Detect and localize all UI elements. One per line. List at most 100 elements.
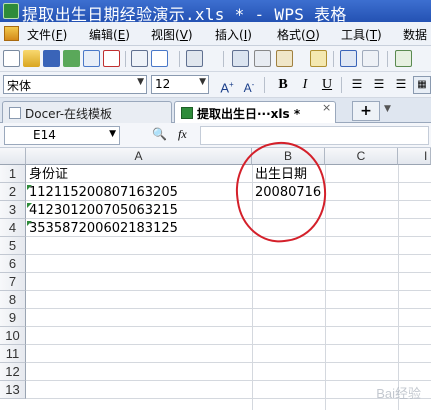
menu-data[interactable]: 数据 (403, 26, 427, 43)
menu-format[interactable]: 格式(O) (277, 26, 320, 43)
row-header[interactable]: 6 (0, 255, 26, 273)
simplified-traditional-icon[interactable] (186, 50, 203, 67)
chevron-down-icon: ▼ (137, 77, 144, 87)
copy-icon[interactable] (232, 50, 249, 67)
decrease-font-size-icon[interactable]: A- (240, 76, 258, 95)
row-header[interactable]: 12 (0, 363, 26, 381)
document-tab-bar: Docer-在线模板 提取出生日···xls * × + ▼ (0, 98, 431, 123)
row-header[interactable]: 13 (0, 381, 26, 399)
cell-a2[interactable]: 112115200807163205 (27, 184, 178, 202)
align-right-icon[interactable]: ☰ (392, 76, 410, 94)
gridline (26, 272, 431, 273)
gridline (26, 362, 431, 363)
export-icon[interactable] (83, 50, 100, 67)
toolbar-separator (223, 51, 224, 67)
font-name-select[interactable]: 宋体 ▼ (3, 75, 147, 94)
italic-button[interactable]: I (296, 76, 314, 94)
error-indicator-icon (27, 221, 32, 226)
gridline (26, 398, 431, 399)
underline-button[interactable]: U (318, 76, 336, 94)
row-header[interactable]: 5 (0, 237, 26, 255)
cell-reference: E14 (33, 128, 56, 142)
chevron-down-icon[interactable]: ▼ (384, 104, 391, 114)
row-header[interactable]: 9 (0, 309, 26, 327)
formula-bar: E14 ▼ 🔍 fx (0, 123, 431, 148)
hyperlink-icon[interactable] (395, 50, 412, 67)
name-box[interactable]: E14 ▼ (4, 126, 120, 145)
spreadsheet-icon (181, 107, 193, 119)
bold-button[interactable]: B (274, 76, 292, 94)
menu-bar: 文件(F) 编辑(E) 视图(V) 插入(I) 格式(O) 工具(T) 数据 (0, 22, 431, 46)
error-indicator-icon (27, 185, 32, 190)
select-all-corner[interactable] (0, 148, 26, 165)
new-document-icon[interactable] (3, 50, 20, 67)
new-tab-button[interactable]: + (352, 101, 380, 121)
row-header[interactable]: 8 (0, 291, 26, 309)
menu-tools[interactable]: 工具(T) (341, 26, 382, 43)
gridline (26, 308, 431, 309)
tab-label: Docer-在线模板 (25, 107, 113, 121)
gridline (26, 254, 431, 255)
row-header[interactable]: 3 (0, 201, 26, 219)
menu-edit[interactable]: 编辑(E) (89, 26, 130, 43)
tab-docer-templates[interactable]: Docer-在线模板 (2, 101, 172, 123)
error-indicator-icon (27, 203, 32, 208)
save-icon[interactable] (43, 50, 60, 67)
document-icon (9, 107, 21, 119)
cell-a4[interactable]: 353587200602183125 (27, 220, 178, 238)
wps-logo-icon[interactable] (4, 26, 19, 41)
cut-icon[interactable] (254, 50, 271, 67)
gridline (26, 290, 431, 291)
merge-center-icon[interactable]: ▦ (413, 76, 431, 94)
row-header[interactable]: 1 (0, 165, 26, 183)
export-pdf-icon[interactable] (103, 50, 120, 67)
cell-a3[interactable]: 412301200705063215 (27, 202, 178, 220)
column-header-c[interactable]: C (325, 148, 398, 165)
row-header[interactable]: 10 (0, 327, 26, 345)
formula-input[interactable] (200, 126, 429, 145)
print-preview-icon[interactable] (151, 50, 168, 67)
font-size-value: 12 (155, 77, 171, 91)
column-header-a[interactable]: A (26, 148, 252, 165)
print-icon[interactable] (131, 50, 148, 67)
toolbar-separator (264, 77, 265, 93)
wps-spreadsheet-app-icon[interactable] (3, 3, 19, 19)
increase-font-size-icon[interactable]: A+ (218, 76, 236, 95)
gridline (398, 165, 399, 410)
column-header-d[interactable]: I (398, 148, 431, 165)
tab-current-workbook[interactable]: 提取出生日···xls * (174, 101, 336, 123)
menu-insert[interactable]: 插入(I) (215, 26, 252, 43)
row-header[interactable]: 4 (0, 219, 26, 237)
redo-icon[interactable] (362, 50, 379, 67)
font-name-value: 宋体 (7, 79, 32, 93)
tab-label: 提取出生日···xls * (197, 107, 301, 121)
gridline (26, 326, 431, 327)
spreadsheet-grid[interactable]: A B C I 1 2 3 4 5 6 7 8 9 10 11 12 13 身份证 出生日期 11211… (0, 148, 431, 410)
align-center-icon[interactable]: ☰ (370, 76, 388, 94)
gridline (26, 182, 431, 183)
cell-a1[interactable]: 身份证 (27, 166, 68, 184)
open-folder-icon[interactable] (23, 50, 40, 67)
insert-function-button[interactable]: fx (178, 127, 187, 142)
toolbar-separator (333, 51, 334, 67)
toolbar-separator (387, 51, 388, 67)
watermark: Bai经验 (376, 386, 421, 401)
search-function-icon[interactable]: 🔍 (152, 127, 167, 141)
gridline (26, 344, 431, 345)
formatting-toolbar: 宋体 ▼ 12 ▼ A+ A- B I U ☰ ☰ ☰ ▦ (0, 72, 431, 98)
font-size-select[interactable]: 12 ▼ (151, 75, 209, 94)
menu-view[interactable]: 视图(V) (151, 26, 193, 43)
send-mail-icon[interactable] (63, 50, 80, 67)
row-header[interactable]: 11 (0, 345, 26, 363)
menu-file[interactable]: 文件(F) (27, 26, 67, 43)
gridline (26, 380, 431, 381)
standard-toolbar (0, 46, 431, 72)
align-left-icon[interactable]: ☰ (348, 76, 366, 94)
paste-icon[interactable] (276, 50, 293, 67)
title-bar: 提取出生日期经验演示.xls * - WPS 表格 (0, 0, 431, 24)
row-header[interactable]: 7 (0, 273, 26, 291)
close-tab-icon[interactable]: × (322, 101, 331, 114)
row-header[interactable]: 2 (0, 183, 26, 201)
undo-icon[interactable] (340, 50, 357, 67)
format-painter-icon[interactable] (310, 50, 327, 67)
